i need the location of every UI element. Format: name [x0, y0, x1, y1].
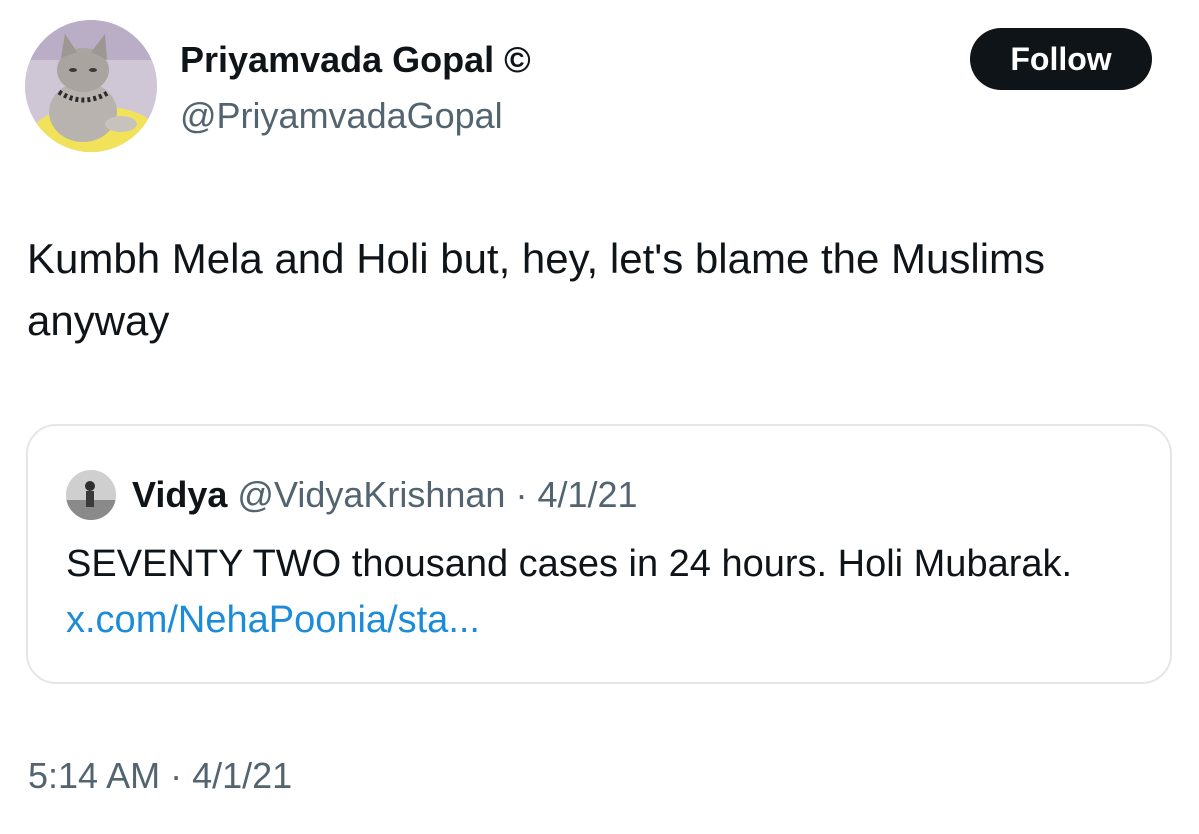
quoted-tweet[interactable]: Vidya @VidyaKrishnan · 4/1/21 SEVENTY TW…	[26, 424, 1172, 684]
follow-button[interactable]: Follow	[970, 28, 1152, 90]
author-handle[interactable]: @PriyamvadaGopal	[180, 92, 503, 140]
quote-body: SEVENTY TWO thousand cases in 24 hours. …	[66, 536, 1146, 648]
quote-link[interactable]: x.com/NehaPoonia/sta...	[66, 599, 480, 641]
author-avatar[interactable]	[25, 20, 157, 152]
quote-author-handle[interactable]: @VidyaKrishnan	[237, 474, 505, 515]
author-name[interactable]: Priyamvada Gopal ©	[180, 36, 531, 84]
quote-date[interactable]: 4/1/21	[537, 474, 637, 515]
tweet-time[interactable]: 5:14 AM	[28, 755, 160, 796]
cat-avatar-icon	[25, 20, 157, 152]
quote-header: Vidya @VidyaKrishnan · 4/1/21	[132, 471, 638, 519]
tweet-timestamp: 5:14 AM · 4/1/21	[28, 752, 292, 800]
meta-separator: ·	[160, 755, 193, 796]
quote-avatar[interactable]	[66, 470, 116, 520]
quote-author-name[interactable]: Vidya	[132, 474, 227, 515]
quote-separator: ·	[505, 474, 538, 515]
tweet-date[interactable]: 4/1/21	[192, 755, 292, 796]
person-avatar-icon	[66, 470, 116, 520]
quote-text: SEVENTY TWO thousand cases in 24 hours. …	[66, 543, 1073, 585]
tweet-text: Kumbh Mela and Holi but, hey, let's blam…	[27, 235, 1046, 344]
tweet-card: Priyamvada Gopal © @PriyamvadaGopal Foll…	[0, 0, 1199, 834]
